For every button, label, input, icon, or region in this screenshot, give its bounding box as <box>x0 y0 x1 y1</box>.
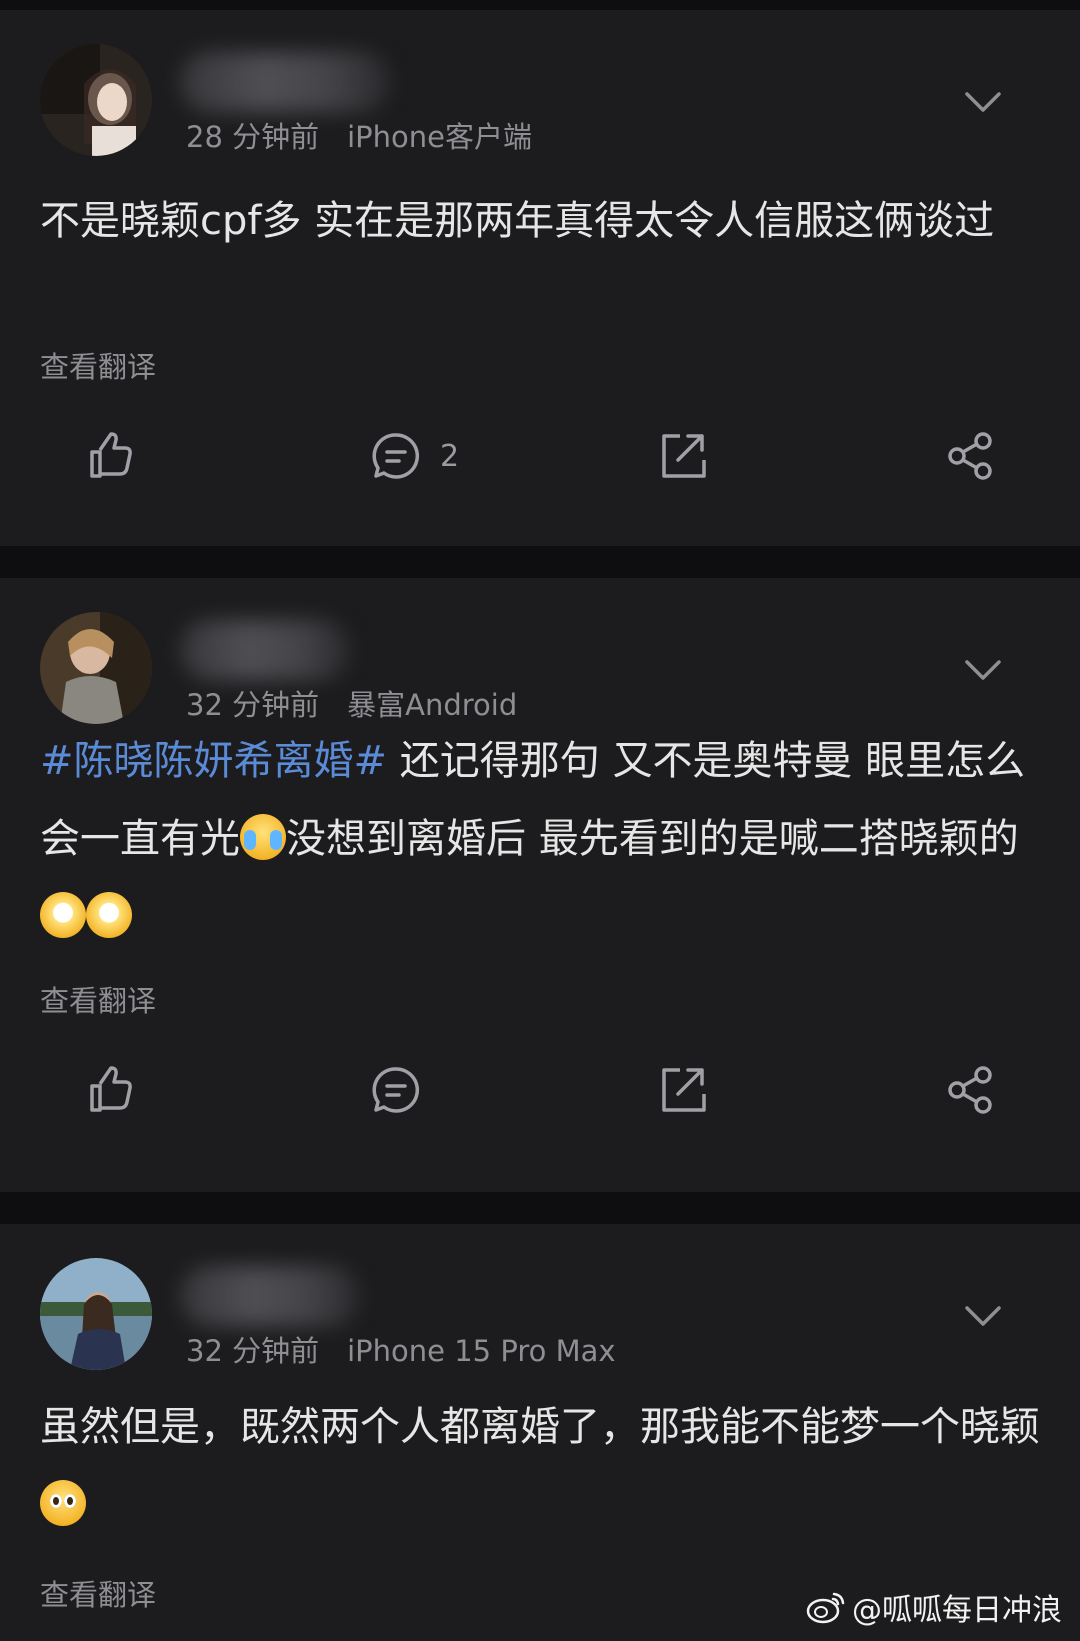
device-source: iPhone客户端 <box>347 120 533 154</box>
share-icon <box>948 1066 992 1114</box>
like-button[interactable] <box>84 426 136 486</box>
comment-text: 不是晓颖cpf多 实在是那两年真得太令人信服这俩谈过 <box>40 198 995 244</box>
watermark-text: @呱呱每日冲浪 <box>852 1593 1062 1628</box>
like-icon <box>90 1066 132 1112</box>
avatar[interactable] <box>40 44 152 156</box>
topic-hashtag-link[interactable]: #陈晓陈妍希离婚# <box>40 738 387 784</box>
like-icon <box>90 432 132 478</box>
comment-text-part: 虽然但是，既然两个人都离婚了，那我能不能梦一个晓颖 <box>40 1404 1040 1450</box>
crying-laughing-emoji-icon <box>240 814 286 860</box>
share-icon <box>948 432 992 480</box>
avatar[interactable] <box>40 1258 152 1370</box>
action-bar <box>0 1060 1080 1120</box>
comment-count: 2 <box>440 438 460 474</box>
timestamp: 32 分钟前 <box>186 1334 320 1368</box>
username-blurred[interactable] <box>180 1266 360 1326</box>
chevron-down-icon[interactable] <box>964 90 1002 114</box>
repost-button[interactable] <box>656 1060 708 1120</box>
translate-link[interactable]: 查看翻译 <box>40 344 156 386</box>
comment-meta: 32 分钟前 暴富Android <box>186 682 517 724</box>
comment-text: 虽然但是，既然两个人都离婚了，那我能不能梦一个晓颖 <box>40 1388 1050 1544</box>
pleading-face-emoji-icon <box>40 1480 86 1526</box>
share-button[interactable] <box>944 1060 996 1120</box>
timestamp: 32 分钟前 <box>186 688 320 722</box>
avatar[interactable] <box>40 612 152 724</box>
weibo-logo-icon <box>806 1592 845 1624</box>
comment-text-part: 没想到离婚后 最先看到的是喊二搭晓颖的 <box>286 816 1019 862</box>
watermark: @呱呱每日冲浪 <box>806 1585 1062 1629</box>
chevron-down-icon[interactable] <box>964 1304 1002 1328</box>
repost-icon <box>662 1068 706 1112</box>
translate-link[interactable]: 查看翻译 <box>40 978 156 1020</box>
comment-text: #陈晓陈妍希离婚# 还记得那句 又不是奥特曼 眼里怎么会一直有光 没想到离婚后 最… <box>40 722 1050 956</box>
device-source: 暴富Android <box>347 688 518 722</box>
comment-card-2: 32 分钟前 暴富Android #陈晓陈妍希离婚# 还记得那句 又不是奥特曼 眼… <box>0 578 1080 1192</box>
translate-link[interactable]: 查看翻译 <box>40 1572 156 1614</box>
chevron-down-icon[interactable] <box>964 658 1002 682</box>
device-source: iPhone 15 Pro Max <box>347 1334 616 1368</box>
shocked-emoji-icon <box>40 892 86 938</box>
like-button[interactable] <box>84 1060 136 1120</box>
comment-meta: 32 分钟前 iPhone 15 Pro Max <box>186 1328 616 1370</box>
shocked-emoji-icon <box>86 892 132 938</box>
comment-card-3: 32 分钟前 iPhone 15 Pro Max 虽然但是，既然两个人都离婚了，那… <box>0 1224 1080 1641</box>
comment-icon <box>372 433 420 479</box>
repost-icon <box>662 434 706 478</box>
repost-button[interactable] <box>656 426 708 486</box>
action-bar: 2 <box>0 426 1080 486</box>
comment-icon <box>372 1067 420 1113</box>
share-button[interactable] <box>944 426 996 486</box>
comment-meta: 28 分钟前 iPhone客户端 <box>186 114 532 156</box>
comment-card-1: 28 分钟前 iPhone客户端 不是晓颖cpf多 实在是那两年真得太令人信服这俩… <box>0 10 1080 546</box>
username-blurred[interactable] <box>180 620 350 680</box>
timestamp: 28 分钟前 <box>186 120 320 154</box>
comment-button[interactable]: 2 <box>370 426 459 486</box>
username-blurred[interactable] <box>180 52 390 112</box>
comment-button[interactable] <box>370 1060 440 1120</box>
